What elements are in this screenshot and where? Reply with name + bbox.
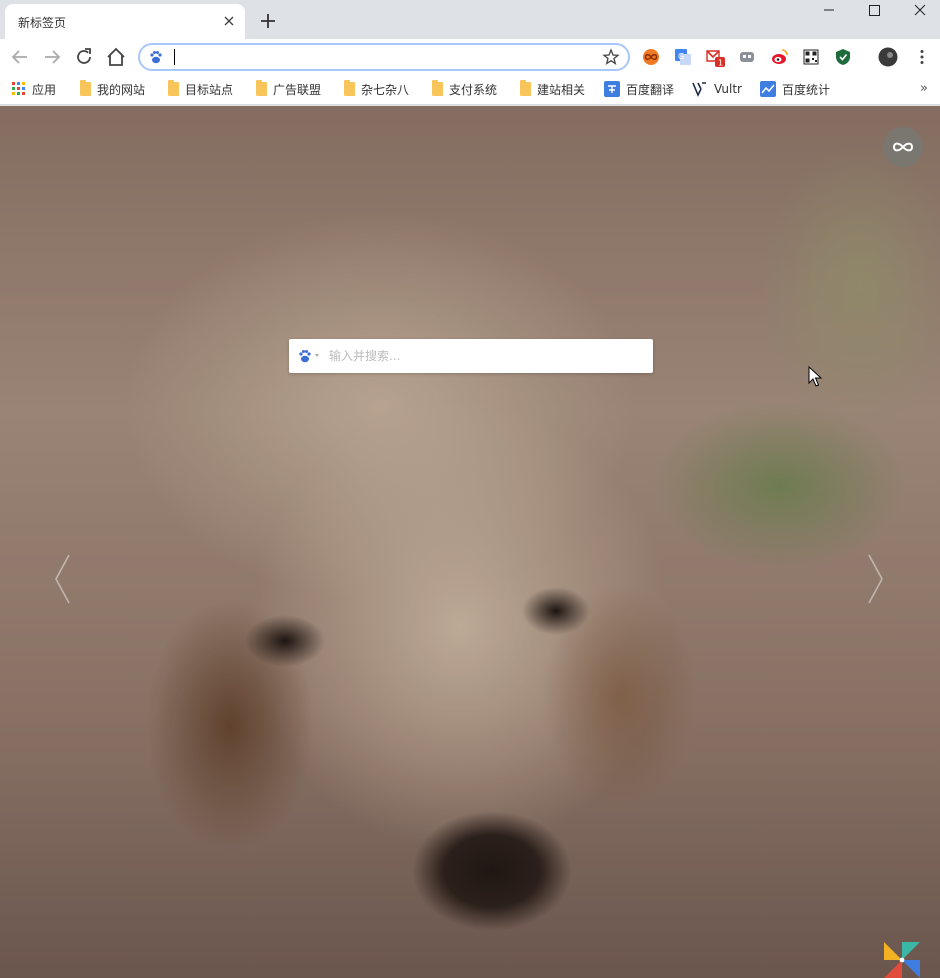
bookmark-label: 我的网站 xyxy=(97,82,146,97)
bookmark-folder-site-building[interactable]: 建站相关 xyxy=(520,80,585,98)
pinwheel-logo-icon xyxy=(884,942,920,978)
weibo-icon[interactable] xyxy=(769,47,789,67)
bookmark-folder-my-sites[interactable]: 我的网站 xyxy=(80,80,145,98)
back-icon[interactable] xyxy=(8,45,32,69)
tab-strip: 新标签页 xyxy=(0,0,940,39)
folder-icon xyxy=(520,80,531,96)
folder-icon xyxy=(80,80,91,96)
address-input[interactable] xyxy=(170,48,590,66)
bookmark-label: 百度统计 xyxy=(782,82,831,97)
bookmark-folder-payment[interactable]: 支付系统 xyxy=(432,80,497,98)
google-translate-icon[interactable]: G xyxy=(673,47,693,67)
bookmark-baidu-stats[interactable]: 百度统计 xyxy=(760,80,830,98)
folder-icon xyxy=(168,80,179,96)
svg-text:G: G xyxy=(678,52,684,61)
baidu-translate-icon xyxy=(604,81,620,97)
baidu-stats-icon xyxy=(760,81,776,97)
bookmark-label: 建站相关 xyxy=(537,82,586,97)
bookmark-baidu-translate[interactable]: 百度翻译 xyxy=(604,80,674,98)
toolbar: G 1 xyxy=(0,39,940,74)
engine-dropdown-icon[interactable] xyxy=(315,354,319,357)
apps-grid-icon xyxy=(12,82,25,95)
search-box[interactable] xyxy=(289,339,653,373)
bookmark-star-icon[interactable] xyxy=(602,48,620,66)
bookmarks-overflow-button[interactable]: » xyxy=(920,81,928,96)
gmail-icon[interactable]: 1 xyxy=(705,47,725,67)
home-icon[interactable] xyxy=(104,45,128,69)
bookmark-label: 支付系统 xyxy=(449,82,498,97)
avatar[interactable] xyxy=(878,47,898,67)
tab-new-tab[interactable]: 新标签页 xyxy=(5,4,245,39)
text-caret xyxy=(174,49,175,65)
bookmark-label: Vultr xyxy=(714,82,742,96)
bookmark-vultr[interactable]: Vultr xyxy=(692,80,742,98)
bookmark-folder-misc[interactable]: 杂七杂八 xyxy=(344,80,409,98)
shield-icon[interactable] xyxy=(833,47,853,67)
bookmark-folder-ad-networks[interactable]: 广告联盟 xyxy=(256,80,321,98)
incognito-extension-icon[interactable] xyxy=(737,47,757,67)
new-tab-page xyxy=(0,106,940,978)
new-tab-icon[interactable] xyxy=(258,11,278,31)
maximize-icon[interactable] xyxy=(852,0,898,24)
infinity-icon xyxy=(892,142,914,152)
background-image xyxy=(0,106,940,978)
gmail-badge-count: 1 xyxy=(718,59,723,68)
menu-icon[interactable] xyxy=(912,47,932,67)
bookmark-label: 目标站点 xyxy=(185,82,234,97)
mouse-cursor-icon xyxy=(808,366,822,387)
vultr-icon xyxy=(692,82,706,97)
previous-wallpaper-icon[interactable] xyxy=(52,551,72,607)
folder-icon xyxy=(432,80,443,96)
next-wallpaper-icon[interactable] xyxy=(866,551,886,607)
baidu-paw-icon xyxy=(150,51,162,64)
bookmark-label: 广告联盟 xyxy=(273,82,322,97)
baidu-paw-icon[interactable] xyxy=(297,348,313,364)
tab-title: 新标签页 xyxy=(18,16,67,30)
bookmark-label: 百度翻译 xyxy=(626,82,675,97)
close-tab-icon[interactable] xyxy=(221,13,237,29)
infinity-menu-button[interactable] xyxy=(883,127,923,167)
minimize-icon[interactable] xyxy=(806,0,852,24)
folder-icon xyxy=(256,80,267,96)
qr-code-icon[interactable] xyxy=(801,47,821,67)
window-close-icon[interactable] xyxy=(896,0,940,24)
bookmark-folder-target-sites[interactable]: 目标站点 xyxy=(168,80,233,98)
address-bar[interactable] xyxy=(138,43,630,71)
forward-icon[interactable] xyxy=(40,45,64,69)
bookmark-label: 应用 xyxy=(32,82,57,97)
search-input[interactable] xyxy=(329,346,639,366)
bookmark-label: 杂七杂八 xyxy=(361,82,410,97)
bookmarks-bar: 应用 我的网站 目标站点 广告联盟 杂七杂八 支付系统 建站相关 百度翻译 Vu… xyxy=(0,74,940,105)
infinity-extension-icon[interactable] xyxy=(641,47,661,67)
folder-icon xyxy=(344,80,355,96)
reload-icon[interactable] xyxy=(72,45,96,69)
bookmark-apps[interactable]: 应用 xyxy=(12,80,56,98)
